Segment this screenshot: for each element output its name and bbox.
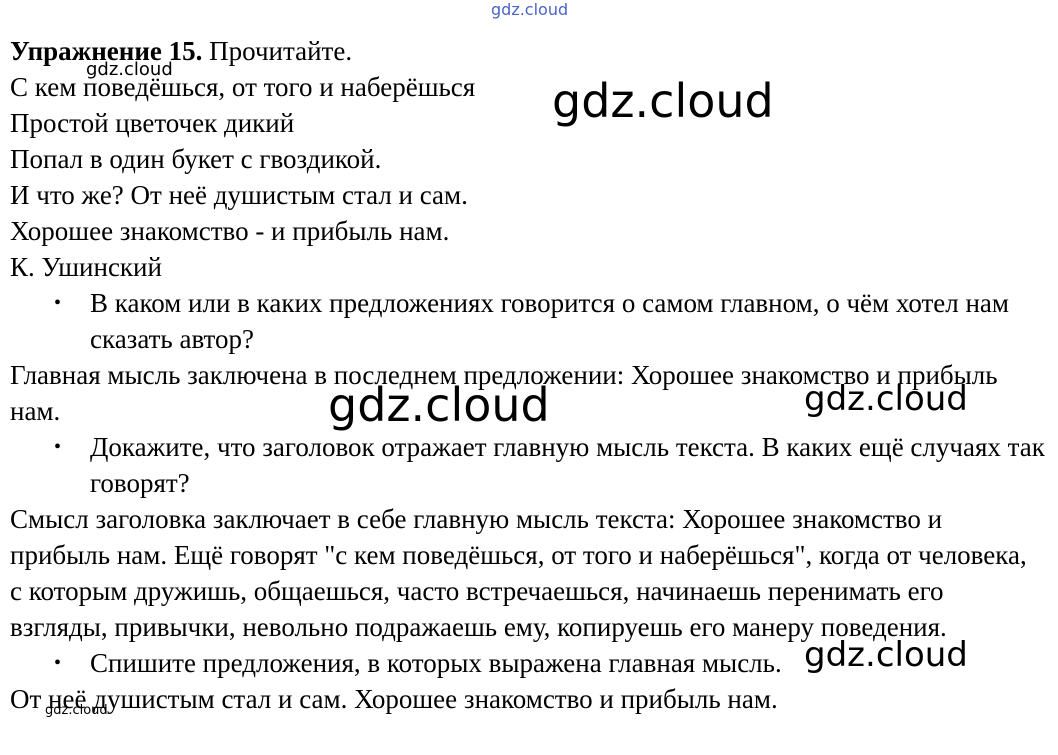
watermark-tiny: gdz.cloud <box>45 703 108 718</box>
watermark-large: gdz.cloud <box>552 74 774 128</box>
poem-line: Попал в один букет с гвоздикой. <box>10 144 382 174</box>
question-1-text: В каком или в каких предложениях говорит… <box>90 288 1009 354</box>
question-2: • Докажите, что заголовок отражает главн… <box>10 429 1050 501</box>
answer-2: Смысл заголовка заключает в себе главную… <box>10 504 1027 642</box>
poem-line: Хорошее знакомство - и прибыль нам. <box>10 216 450 246</box>
poem-line: И что же? От неё душистым стал и сам. <box>10 180 468 210</box>
question-2-text: Докажите, что заголовок отражает главную… <box>90 432 1045 498</box>
poem-author: К. Ушинский <box>10 252 162 282</box>
poem-line: Простой цветочек дикий <box>10 108 295 138</box>
answer-3: От неё душистым стал и сам. Хорошее знак… <box>10 684 778 714</box>
bullet-icon: • <box>54 652 62 674</box>
question-3-text: Спишите предложения, в которых выражена … <box>90 648 782 678</box>
watermark-top: gdz.cloud <box>491 0 569 19</box>
exercise-document: Упражнение 15. Прочитайте. С кем поведёш… <box>10 33 1050 717</box>
watermark-medium: gdz.cloud <box>804 635 968 675</box>
bullet-icon: • <box>54 292 62 314</box>
bullet-icon: • <box>54 436 62 458</box>
watermark-large: gdz.cloud <box>328 378 550 432</box>
question-1: • В каком или в каких предложениях говор… <box>10 285 1050 357</box>
watermark-medium: gdz.cloud <box>804 379 968 419</box>
watermark-small: gdz.cloud <box>86 59 173 80</box>
exercise-title-instruction: Прочитайте. <box>202 36 353 66</box>
